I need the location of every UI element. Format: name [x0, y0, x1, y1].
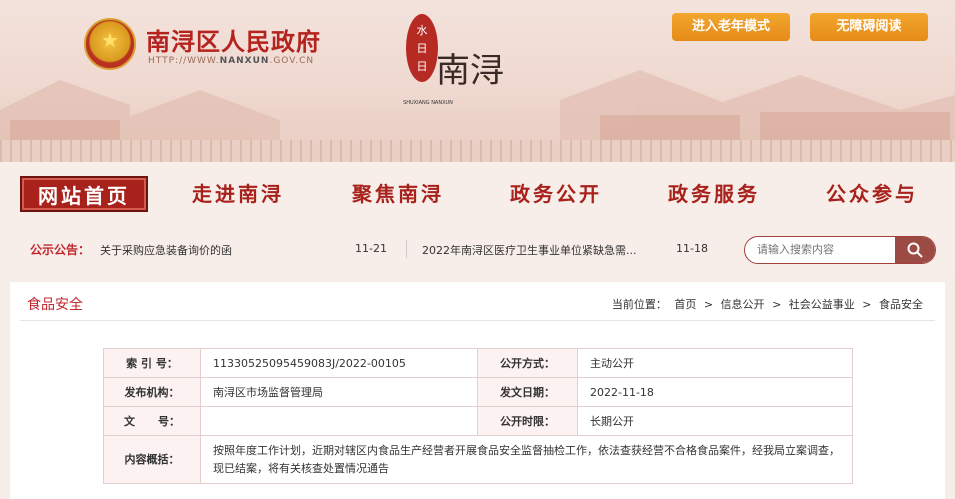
panel-divider	[20, 320, 935, 321]
document-meta-table: 索 引 号： 11330525095459083J/2022-00105 公开方…	[103, 348, 853, 484]
summary-label: 内容概括：	[103, 435, 201, 484]
content-panel: 食品安全 当前位置： 首页 > 信息公开 > 社会公益事业 > 食品安全 索 引…	[10, 282, 945, 499]
national-emblem-icon	[84, 18, 136, 70]
page-title: 食品安全	[27, 297, 83, 313]
meta-row: 索 引 号： 11330525095459083J/2022-00105 公开方…	[103, 348, 853, 378]
document-number-label: 文 号：	[103, 406, 201, 436]
decorative-pattern-strip	[0, 140, 955, 162]
search-button[interactable]	[895, 237, 935, 263]
meta-row: 文 号： 公开时限： 长期公开	[103, 406, 853, 436]
elder-mode-button[interactable]: 进入老年模式	[672, 13, 790, 41]
site-url: HTTP://WWW.NANXUN.GOV.CN	[148, 56, 314, 66]
search-icon	[907, 242, 923, 258]
notice-item-date: 11-18	[676, 242, 708, 255]
svg-text:水: 水	[417, 24, 428, 37]
notice-label: 公示公告：	[30, 243, 91, 257]
nav-about-nanxun[interactable]: 走进南浔	[192, 176, 284, 212]
publisher-label: 发布机构：	[103, 377, 201, 407]
site-url-suffix: .GOV.CN	[269, 56, 315, 66]
logo-brand-text: 南浔	[436, 51, 504, 91]
notice-item-title[interactable]: 关于采购应急装备询价的函	[100, 242, 232, 258]
summary-value: 按照年度工作计划，近期对辖区内食品生产经营者开展食品安全监督抽检工作，依法查获经…	[200, 435, 853, 484]
nanxun-logo: 水 日 日 SHUXIANG NANXUN 南浔	[398, 8, 508, 130]
issue-date-label: 发文日期：	[477, 377, 578, 407]
main-nav: 网站首页 走进南浔 聚焦南浔 政务公开 政务服务 公众参与	[0, 162, 955, 224]
disclosure-method-label: 公开方式：	[477, 348, 578, 378]
breadcrumb-item[interactable]: 首页	[674, 298, 696, 311]
notice-divider	[406, 240, 407, 258]
accessible-reading-button[interactable]: 无障碍阅读	[810, 13, 928, 41]
breadcrumb-item[interactable]: 社会公益事业	[789, 298, 855, 311]
notice-item-title[interactable]: 2022年南浔区医疗卫生事业单位紧缺急需...	[422, 242, 636, 258]
breadcrumb-item[interactable]: 食品安全	[879, 298, 923, 311]
meta-row: 内容概括： 按照年度工作计划，近期对辖区内食品生产经营者开展食品安全监督抽检工作…	[103, 435, 853, 484]
svg-text:日: 日	[417, 42, 428, 55]
document-number-value	[200, 406, 478, 436]
header-banner: 南浔区人民政府 HTTP://WWW.NANXUN.GOV.CN 水 日 日 S…	[0, 0, 955, 140]
index-number-label: 索 引 号：	[103, 348, 201, 378]
meta-row: 发布机构： 南浔区市场监督管理局 发文日期： 2022-11-18	[103, 377, 853, 407]
search-box	[744, 236, 936, 264]
nav-government-disclosure[interactable]: 政务公开	[510, 176, 602, 212]
nav-public-participation[interactable]: 公众参与	[826, 176, 918, 212]
breadcrumb: 当前位置： 首页 > 信息公开 > 社会公益事业 > 食品安全	[610, 296, 925, 312]
nav-focus-nanxun[interactable]: 聚焦南浔	[352, 176, 444, 212]
svg-text:日: 日	[417, 60, 428, 73]
nav-home[interactable]: 网站首页	[20, 176, 148, 212]
breadcrumb-prefix: 当前位置：	[611, 298, 667, 311]
issue-date-value: 2022-11-18	[577, 377, 853, 407]
breadcrumb-separator: >	[703, 298, 714, 311]
index-number-value: 11330525095459083J/2022-00105	[200, 348, 478, 378]
search-input[interactable]	[757, 243, 887, 256]
site-url-prefix: HTTP://WWW.	[148, 56, 220, 66]
nav-government-services[interactable]: 政务服务	[668, 176, 760, 212]
site-title[interactable]: 南浔区人民政府	[146, 22, 321, 57]
breadcrumb-item[interactable]: 信息公开	[721, 298, 765, 311]
breadcrumb-separator: >	[862, 298, 872, 311]
publisher-value: 南浔区市场监督管理局	[200, 377, 478, 407]
disclosure-method-value: 主动公开	[577, 348, 853, 378]
breadcrumb-separator: >	[772, 298, 782, 311]
logo-pinyin: SHUXIANG NANXUN	[403, 100, 453, 106]
notice-item-date: 11-21	[355, 242, 387, 255]
disclosure-period-label: 公开时限：	[477, 406, 578, 436]
disclosure-period-value: 长期公开	[577, 406, 853, 436]
site-url-domain: NANXUN	[219, 56, 270, 66]
